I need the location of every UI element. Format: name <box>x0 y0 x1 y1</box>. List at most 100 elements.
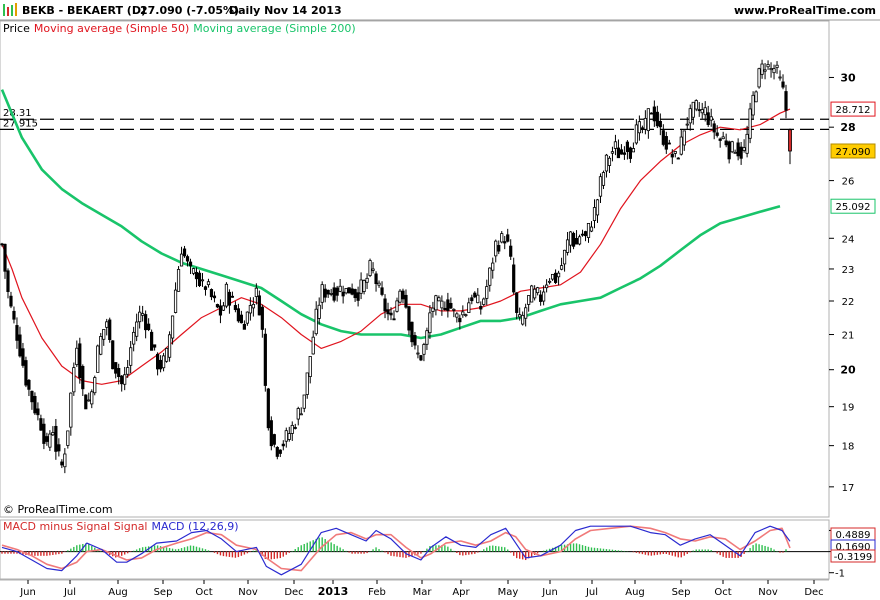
candle-body <box>470 297 474 302</box>
candle-body <box>709 116 713 121</box>
candle-body <box>655 111 659 127</box>
candle-body <box>161 355 166 369</box>
candle-body <box>760 63 764 75</box>
candle-body <box>108 319 112 341</box>
candle-body <box>706 112 710 125</box>
price-tick-label: 20 <box>840 364 856 377</box>
candle-body <box>9 295 13 307</box>
candle-body <box>45 436 49 442</box>
candle-body <box>545 284 549 289</box>
macd-tick-label: -1 <box>835 569 845 580</box>
candle-body <box>311 336 315 355</box>
candle-body <box>586 222 591 238</box>
price-tick-label: 18 <box>842 442 855 453</box>
candle-body <box>233 305 238 310</box>
candle-body <box>422 344 426 355</box>
candle-body <box>601 172 606 186</box>
candle-body <box>521 314 525 325</box>
candle-body <box>36 408 40 416</box>
value-badge-label: 25.092 <box>836 202 871 213</box>
candle-body <box>129 347 133 366</box>
candle-body <box>188 261 193 267</box>
candle-body <box>443 307 447 311</box>
candle-body <box>99 336 103 355</box>
candle-body <box>688 108 692 124</box>
candle-body <box>78 343 82 378</box>
candle-body <box>182 248 187 257</box>
candle-body <box>437 297 441 302</box>
price-tick-label: 28 <box>840 121 855 134</box>
candle-body <box>275 446 279 457</box>
candle-body <box>179 253 184 267</box>
candle-body <box>434 295 438 311</box>
candle-body <box>350 288 354 295</box>
candle-body <box>254 287 258 297</box>
candle-body <box>556 272 561 278</box>
candle-body <box>619 149 624 155</box>
candle-body <box>518 314 522 318</box>
candle-body <box>781 81 785 88</box>
candle-body <box>281 443 285 447</box>
candle-body <box>616 147 621 159</box>
candle-body <box>467 302 471 313</box>
candle-body <box>410 321 414 343</box>
time-tick-label: Jun <box>19 587 36 598</box>
candle-body <box>335 287 339 296</box>
candle-body <box>341 291 345 297</box>
candle-body <box>404 294 408 308</box>
candle-body <box>57 444 61 452</box>
candle-body <box>6 270 10 292</box>
candle-body <box>718 138 722 141</box>
candle-body <box>24 360 28 386</box>
candle-body <box>512 264 516 293</box>
candle-body <box>685 123 689 126</box>
candle-body-last <box>788 129 792 152</box>
candle-body <box>203 286 208 290</box>
candle-body <box>123 374 127 385</box>
candle-body <box>39 418 43 431</box>
site-link[interactable]: www.ProRealTime.com <box>734 4 876 17</box>
time-axis: Jun Jul Aug Sep Oct Nov Dec 2013 Feb Mar Apr May Jun… <box>19 580 824 598</box>
candle-body <box>730 141 734 153</box>
time-tick-label: Aug <box>625 587 645 598</box>
candle-body <box>476 294 480 304</box>
candle-body <box>72 367 76 393</box>
candle-body <box>93 377 97 394</box>
candle-body <box>218 305 223 316</box>
candle-body <box>153 344 157 348</box>
time-tick-label: Feb <box>368 587 386 598</box>
candle-body <box>724 140 728 146</box>
candle-body <box>27 379 31 390</box>
time-tick-label: Jul <box>585 587 598 598</box>
candle-body <box>751 94 755 116</box>
candle-body <box>251 304 255 309</box>
level-label: 27.915 <box>3 118 38 129</box>
candle-body <box>371 268 375 271</box>
candle-body <box>126 367 130 375</box>
candle-body <box>413 335 417 346</box>
candle-body <box>491 262 495 271</box>
candle-body <box>628 147 633 159</box>
time-tick-label: Aug <box>108 587 128 598</box>
candle-body <box>577 236 582 245</box>
candle-body <box>736 142 740 157</box>
price-tick-label: 17 <box>842 483 855 494</box>
candle-body <box>634 124 638 144</box>
value-badge-label: 28.712 <box>836 105 871 116</box>
candle-body <box>509 245 513 257</box>
candle-body <box>269 420 273 447</box>
candle-body <box>194 271 199 280</box>
candle-body <box>138 311 142 323</box>
candle-body <box>524 307 528 319</box>
macd-value-label: -0.3199 <box>834 552 873 563</box>
candle-body <box>727 141 731 160</box>
candle-body <box>643 117 647 130</box>
candle-body <box>209 289 214 298</box>
candle-body <box>661 130 665 145</box>
time-tick-label: Jun <box>541 587 558 598</box>
candle-body <box>386 309 390 315</box>
candle-body <box>147 323 151 331</box>
macd-axis: 10-1 <box>0 526 845 580</box>
time-tick-label: Mar <box>413 587 433 598</box>
candle-body <box>679 136 683 155</box>
